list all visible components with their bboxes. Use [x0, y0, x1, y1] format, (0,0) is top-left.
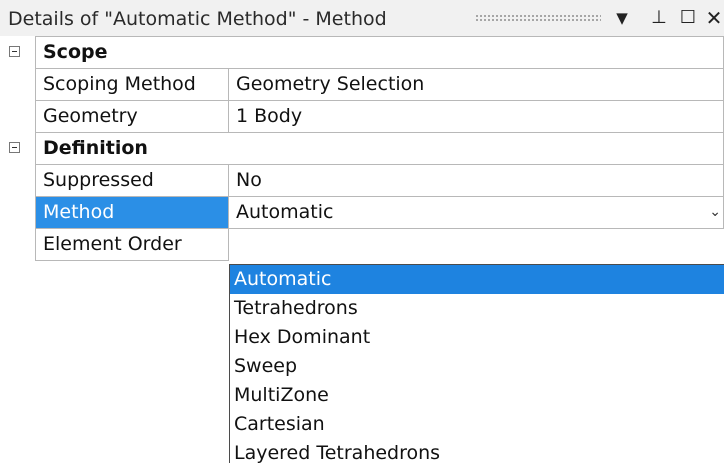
maximize-icon[interactable]: ☐ [678, 6, 698, 30]
dropdown-option-multizone[interactable]: MultiZone [230, 381, 724, 410]
dropdown-option-cartesian[interactable]: Cartesian [230, 410, 724, 439]
property-row-scoping-method[interactable]: Scoping Method Geometry Selection [0, 68, 724, 101]
category-row-scope: Scope [0, 36, 724, 69]
close-icon[interactable]: ✕ [703, 6, 724, 30]
row-gutter [0, 36, 35, 69]
dropdown-option-layered-tetrahedrons[interactable]: Layered Tetrahedrons [230, 439, 724, 463]
row-gutter [0, 100, 35, 133]
property-name[interactable]: Geometry [35, 100, 229, 133]
category-label[interactable]: Scope [35, 36, 724, 69]
property-row-method[interactable]: Method Automatic ⌄ [0, 196, 724, 229]
row-gutter [0, 68, 35, 101]
property-value[interactable]: 1 Body [228, 100, 724, 133]
property-value[interactable]: No [228, 164, 724, 197]
property-value[interactable]: Geometry Selection [228, 68, 724, 101]
dropdown-icon[interactable]: ▼ [612, 6, 632, 30]
panel-title: Details of "Automatic Method" - Method [8, 8, 387, 30]
property-name[interactable]: Scoping Method [35, 68, 229, 101]
chevron-down-icon[interactable]: ⌄ [709, 197, 721, 228]
property-name[interactable]: Element Order [35, 228, 229, 261]
collapse-icon[interactable] [9, 46, 20, 57]
property-name-selected[interactable]: Method [35, 196, 229, 229]
row-gutter [0, 196, 35, 229]
property-row-element-order[interactable]: Element Order [0, 228, 724, 261]
dropdown-option-hex-dominant[interactable]: Hex Dominant [230, 323, 724, 352]
property-row-suppressed[interactable]: Suppressed No [0, 164, 724, 197]
category-row-definition: Definition [0, 132, 724, 165]
collapse-icon[interactable] [9, 142, 20, 153]
row-gutter [0, 132, 35, 165]
category-label[interactable]: Definition [35, 132, 724, 165]
dropdown-option-sweep[interactable]: Sweep [230, 352, 724, 381]
property-name[interactable]: Suppressed [35, 164, 229, 197]
pin-icon[interactable]: ⊥ [649, 6, 669, 30]
row-gutter [0, 228, 35, 261]
details-title-bar: Details of "Automatic Method" - Method ▼… [0, 0, 724, 37]
dropdown-option-tetrahedrons[interactable]: Tetrahedrons [230, 294, 724, 323]
method-dropdown-list[interactable]: Automatic Tetrahedrons Hex Dominant Swee… [229, 264, 724, 463]
method-combo-value: Automatic [236, 201, 334, 223]
property-row-geometry[interactable]: Geometry 1 Body [0, 100, 724, 133]
row-gutter [0, 164, 35, 197]
dropdown-option-automatic[interactable]: Automatic [230, 265, 724, 294]
drag-grip[interactable] [475, 14, 601, 22]
method-combo[interactable]: Automatic ⌄ [228, 196, 724, 229]
